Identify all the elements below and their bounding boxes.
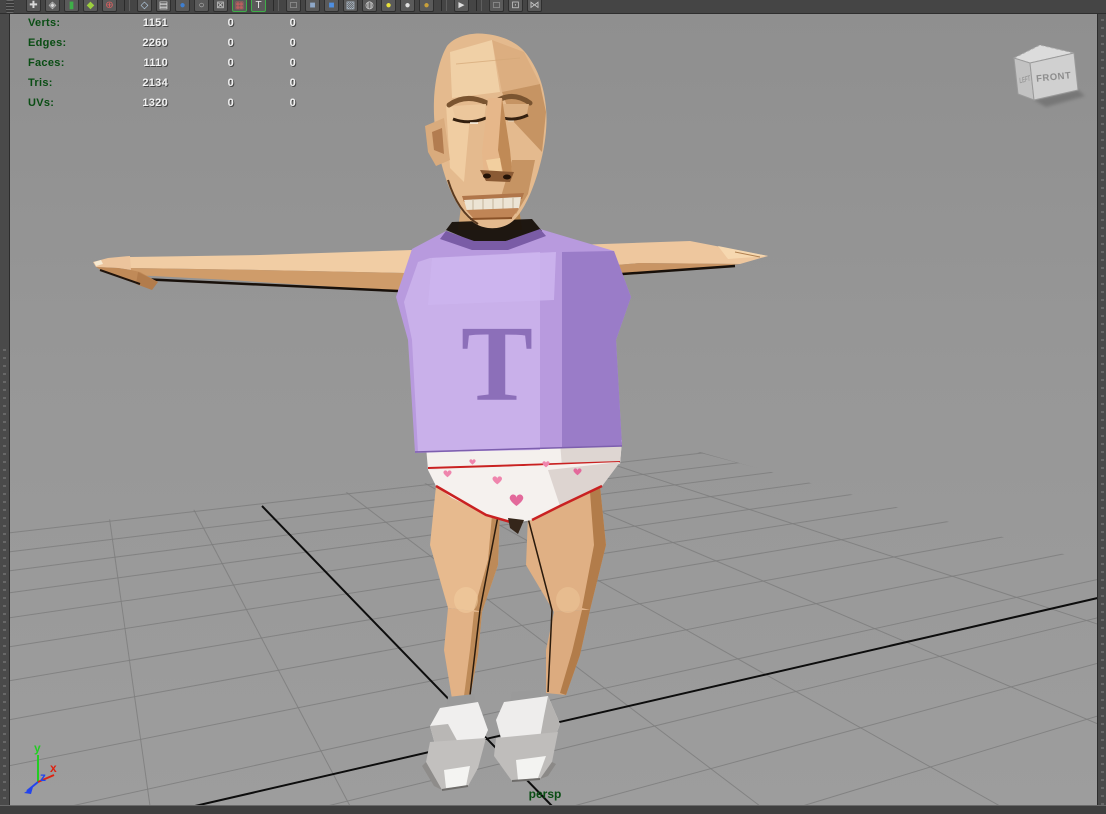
right-panel-edge[interactable]	[1097, 13, 1106, 805]
bookmark-icon[interactable]: ▮	[64, 0, 79, 12]
hud-value: 1320	[142, 97, 168, 109]
white-light-icon[interactable]: ●	[400, 0, 415, 12]
x-axis-label: x	[50, 761, 57, 775]
hud-value: 0	[289, 57, 296, 69]
hud-row-uvs: UVs: 1320 0 0	[28, 95, 296, 115]
head	[425, 33, 547, 229]
xray-icon[interactable]: ⊠	[213, 0, 228, 12]
axis-gizmo: y z x	[24, 741, 57, 794]
hw-texture-icon[interactable]: ▦	[232, 0, 247, 12]
toolbar-separator	[273, 0, 279, 11]
hud-row-edges: Edges: 2260 0 0	[28, 35, 296, 55]
hud-value: 2260	[142, 37, 168, 49]
shaded-cube-icon[interactable]: ■	[305, 0, 320, 12]
connections-icon[interactable]: ⋈	[527, 0, 542, 12]
hud-value: 0	[289, 97, 296, 109]
hud-label: Edges:	[28, 37, 67, 49]
hud-value: 0	[227, 37, 234, 49]
z-axis-label: z	[40, 770, 46, 784]
origin-axes	[194, 505, 1103, 806]
layers-icon[interactable]: ⊡	[508, 0, 523, 12]
checker-sphere-icon[interactable]: ◍	[362, 0, 377, 12]
toolbar-separator	[441, 0, 447, 11]
hud-value: 0	[289, 77, 296, 89]
tank-top: T	[396, 219, 631, 453]
hud-value: 0	[227, 17, 234, 29]
hud-value: 0	[227, 57, 234, 69]
character-model[interactable]: T	[93, 33, 768, 791]
default-light-icon[interactable]: ●	[381, 0, 396, 12]
hud-value: 0	[289, 37, 296, 49]
view-cube[interactable]: FRONT LEFT	[1012, 44, 1085, 107]
toolbar-grip[interactable]	[6, 0, 14, 13]
left-arm	[93, 250, 412, 293]
hud-value: 2134	[142, 77, 168, 89]
y-axis-label: y	[34, 741, 41, 755]
flat-shade-icon[interactable]: ○	[194, 0, 209, 12]
image-plane-icon[interactable]: ◆	[83, 0, 98, 12]
hud-value: 0	[227, 97, 234, 109]
shoes	[422, 690, 560, 791]
hud-value: 0	[289, 17, 296, 29]
hud-value: 0	[227, 77, 234, 89]
blue-cube-icon[interactable]: ■	[324, 0, 339, 12]
left-panel-edge[interactable]	[0, 13, 10, 805]
hud-value: 1110	[143, 57, 168, 69]
select-cursor-icon[interactable]: ►	[454, 0, 469, 12]
hud-value: 1151	[142, 17, 168, 29]
camera-roll-icon[interactable]: ◈	[45, 0, 60, 12]
textured-cube-icon[interactable]: ▧	[343, 0, 358, 12]
hud-label: UVs:	[28, 97, 55, 109]
hud-label: Tris:	[28, 77, 53, 89]
gold-light-icon[interactable]: ●	[419, 0, 434, 12]
hud-row-faces: Faces: 1110 0 0	[28, 55, 296, 75]
toolbar-icon-row: ✚ ◈ ▮ ◆ ⊕ ◇ ▤ ● ○ ⊠ ▦ T □ ■ ■ ▧ ◍ ● ● ● ► □ ⊡ ⋈	[0, 0, 544, 13]
hud-label: Faces:	[28, 57, 65, 69]
film-gate-icon[interactable]: ▤	[156, 0, 171, 12]
camera-track-icon[interactable]: ✚	[26, 0, 41, 12]
camera-label: persp	[529, 787, 562, 801]
wire-cube-icon[interactable]: □	[286, 0, 301, 12]
hud-row-tris: Tris: 2134 0 0	[28, 75, 296, 95]
z-axis-arrowhead	[24, 787, 33, 794]
wireframe-icon[interactable]: ◇	[137, 0, 152, 12]
shirt-letter: T	[461, 305, 533, 424]
poly-count-hud: Verts: 1151 0 0 Edges: 2260 0 0 Faces: 1…	[28, 15, 296, 115]
zoom-region-icon[interactable]: ⊕	[102, 0, 117, 12]
textured-mode-icon[interactable]: T	[251, 0, 266, 12]
hud-label: Verts:	[28, 17, 61, 29]
toolbar-separator	[124, 0, 130, 11]
hud-row-verts: Verts: 1151 0 0	[28, 15, 296, 35]
shaded-sphere-icon[interactable]: ●	[175, 0, 190, 12]
toolbar-separator	[476, 0, 482, 11]
viewport-3d[interactable]: T FRONT LEFT y z x persp	[0, 0, 1106, 813]
z-axis-gizmo-line	[26, 781, 39, 792]
top-toolbar: ✚ ◈ ▮ ◆ ⊕ ◇ ▤ ● ○ ⊠ ▦ T □ ■ ■ ▧ ◍ ● ● ● ► □ ⊡ ⋈	[0, 0, 1106, 14]
isolate-select-icon[interactable]: □	[489, 0, 504, 12]
